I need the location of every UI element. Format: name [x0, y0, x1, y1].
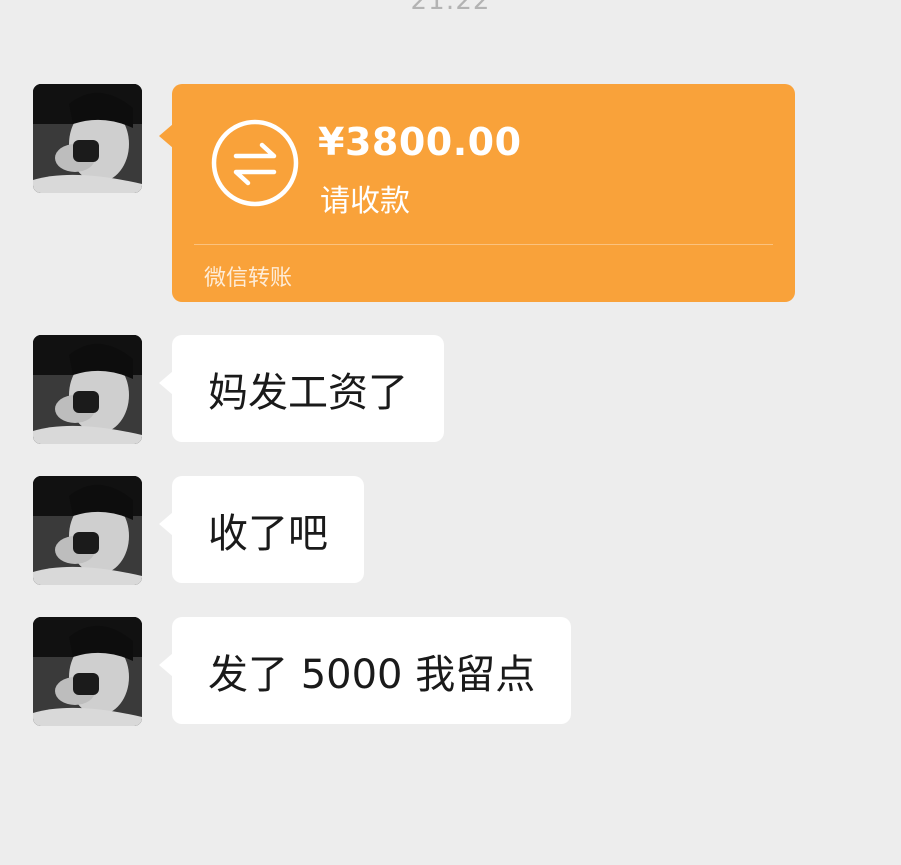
avatar[interactable]	[33, 476, 142, 585]
message-bubble[interactable]: 发了 5000 我留点	[158, 617, 572, 724]
avatar-photo-icon	[33, 476, 142, 585]
message-bubble[interactable]: 收了吧	[159, 476, 364, 583]
avatar-photo-icon	[33, 335, 142, 444]
avatar-photo-icon	[33, 617, 142, 726]
transfer-source-label: 微信转账	[204, 266, 293, 291]
chat-timestamp: 21:22	[410, 0, 491, 16]
transfer-divider	[194, 244, 773, 245]
transfer-card[interactable]: ¥3800.00 请收款 微信转账	[159, 84, 795, 302]
avatar-photo-icon	[33, 84, 142, 193]
transfer-arrows-icon	[211, 119, 299, 207]
avatar[interactable]	[33, 617, 142, 726]
avatar[interactable]	[33, 335, 142, 444]
transfer-status: 请收款	[320, 184, 410, 219]
transfer-amount: ¥3800.00	[318, 120, 522, 164]
message-bubble[interactable]: 妈发工资了	[159, 335, 444, 442]
avatar[interactable]	[33, 84, 142, 193]
